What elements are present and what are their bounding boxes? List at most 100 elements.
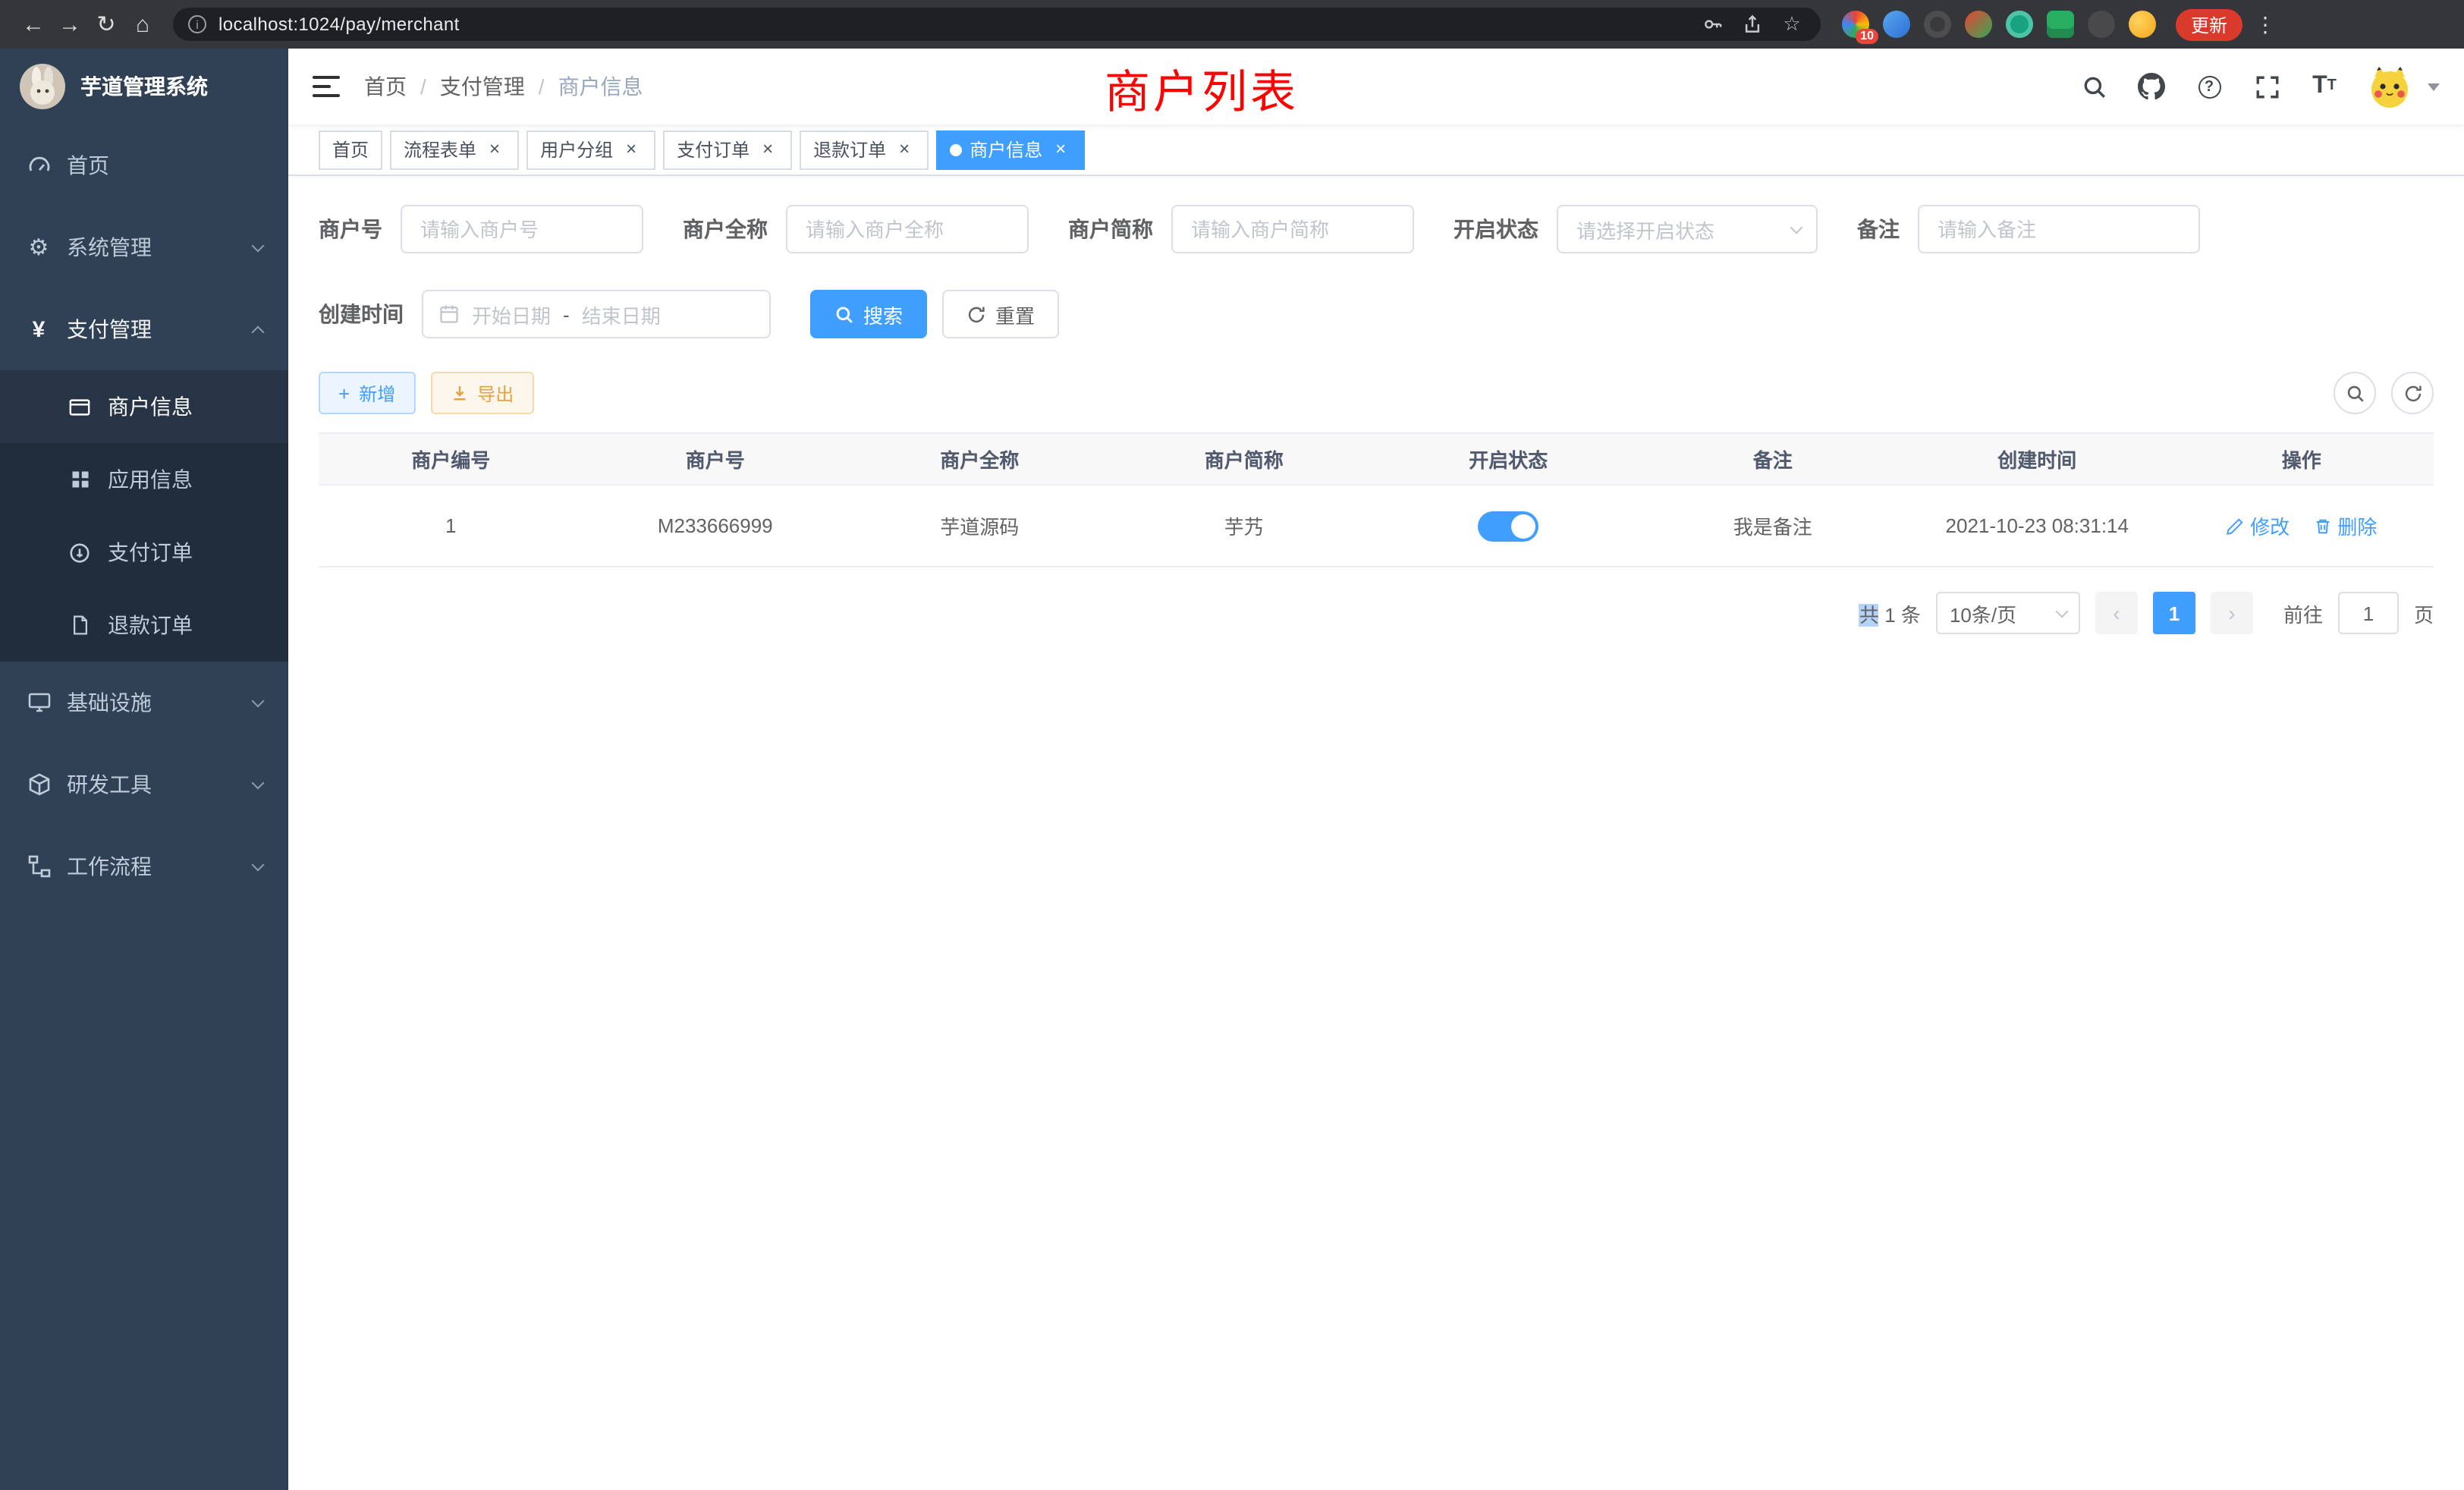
reset-button[interactable]: 重置 [942,290,1059,338]
sidebar-item-payment[interactable]: ¥ 支付管理 [0,288,288,370]
cell-merchant-id: 1 [319,485,583,567]
close-icon[interactable]: × [484,139,505,160]
navbar-actions: ? TT [2079,64,2440,109]
filter-create-time: 创建时间 开始日期 - 结束日期 [319,290,771,338]
plus-icon: + [338,382,350,404]
full-name-input[interactable] [786,205,1029,253]
tab-label: 首页 [332,137,369,162]
extension-green-square-icon[interactable] [2047,11,2074,38]
sidebar-item-pay-order[interactable]: 支付订单 [0,516,288,589]
sidebar-item-dev-tools[interactable]: 研发工具 [0,743,288,825]
tab-user-group[interactable]: 用户分组 × [526,130,655,169]
extension-profile-icon[interactable] [1965,11,1992,38]
sidebar-item-workflow[interactable]: 工作流程 [0,825,288,907]
sidebar-item-app-info[interactable]: 应用信息 [0,443,288,516]
goto-page-input[interactable] [2338,592,2399,634]
status-select[interactable]: 请选择开启状态 [1557,205,1818,253]
remark-input[interactable] [1918,205,2200,253]
calendar-icon [438,303,460,325]
column-header: 商户全称 [847,433,1112,485]
sidebar-item-label: 系统管理 [67,232,152,262]
page-size-select[interactable]: 10条/页 [1936,592,2080,634]
font-size-icon[interactable]: TT [2309,71,2340,102]
breadcrumb-current: 商户信息 [558,71,643,102]
user-avatar[interactable] [2367,64,2412,109]
page-number-button[interactable]: 1 [2153,592,2195,634]
delete-link[interactable]: 删除 [2313,511,2377,540]
pagination: 共 1 条 10条/页 ‹ 1 › 前往 页 [319,592,2434,634]
browser-update-button[interactable]: 更新 [2176,8,2242,40]
date-range-picker[interactable]: 开始日期 - 结束日期 [422,290,771,338]
avatar-caret-icon[interactable] [2428,83,2440,90]
chevron-up-icon [252,325,265,338]
extension-green-circle-icon[interactable] [2006,11,2033,38]
sidebar-item-home[interactable]: 首页 [0,124,288,206]
password-key-icon[interactable] [1699,11,1727,38]
help-icon[interactable]: ? [2194,71,2224,102]
home-icon[interactable]: ⌂ [124,6,161,42]
credit-card-icon [67,395,93,418]
tab-process-form[interactable]: 流程表单 × [390,130,519,169]
app-logo[interactable]: 芋道管理系统 [0,49,288,124]
sidebar-item-refund-order[interactable]: 退款订单 [0,589,288,662]
add-button[interactable]: + 新增 [319,372,415,414]
app-frame: 芋道管理系统 首页 ⚙ 系统管理 ¥ 支付管理 [0,49,2464,1490]
edit-link[interactable]: 修改 [2226,511,2290,540]
close-icon[interactable]: × [621,139,642,160]
filter-label: 开启状态 [1454,214,1538,244]
close-icon[interactable]: × [1050,139,1071,160]
table-header-row: 商户编号 商户号 商户全称 商户简称 开启状态 备注 创建时间 操作 [319,433,2434,485]
address-bar[interactable]: i localhost:1024/pay/merchant ☆ [173,8,1821,41]
extension-puzzle-icon[interactable] [2088,11,2115,38]
add-button-label: 新增 [359,380,395,406]
tab-home[interactable]: 首页 [319,130,382,169]
sidebar-item-label: 研发工具 [67,769,152,800]
goto-label: 前往 [2283,599,2323,627]
extension-emoji-icon[interactable] [2129,11,2156,38]
fullscreen-icon[interactable] [2252,71,2282,102]
export-button[interactable]: 导出 [430,372,533,414]
question-mark-icon: ? [2198,75,2220,98]
sidebar-item-system[interactable]: ⚙ 系统管理 [0,206,288,288]
breadcrumb-separator: / [420,74,426,99]
column-header: 商户号 [583,433,848,485]
toggle-search-button[interactable] [2334,372,2376,414]
browser-menu-icon[interactable]: ⋮ [2255,11,2276,37]
tab-merchant-info[interactable]: 商户信息 × [936,130,1085,169]
close-icon[interactable]: × [894,139,915,160]
tab-refund-order[interactable]: 退款订单 × [800,130,929,169]
search-icon[interactable] [2079,71,2109,102]
status-toggle[interactable] [1478,511,1538,541]
sidebar-item-infrastructure[interactable]: 基础设施 [0,662,288,743]
next-page-button[interactable]: › [2211,592,2253,634]
cell-actions: 修改 删除 [2170,485,2434,567]
close-icon[interactable]: × [757,139,778,160]
tab-label: 流程表单 [404,137,476,162]
site-info-icon[interactable]: i [188,15,206,33]
search-button[interactable]: 搜索 [810,290,927,338]
prev-page-button[interactable]: ‹ [2095,592,2138,634]
sidebar-item-merchant-info[interactable]: 商户信息 [0,370,288,443]
short-name-input[interactable] [1171,205,1414,253]
forward-icon[interactable]: → [52,6,88,42]
filter-short-name: 商户简称 [1068,205,1414,253]
breadcrumb-payment[interactable]: 支付管理 [440,71,525,102]
extensions-pinwheel-icon[interactable]: 10 [1842,11,1869,38]
filter-label: 创建时间 [319,299,404,329]
extension-drop-icon[interactable] [1883,11,1910,38]
share-icon[interactable] [1739,11,1766,38]
breadcrumb-home[interactable]: 首页 [364,71,407,102]
extension-dark-circle-icon[interactable] [1924,11,1951,38]
sidebar-toggle-icon[interactable] [313,76,340,97]
cell-full-name: 芋道源码 [847,485,1112,567]
reload-icon[interactable]: ↻ [88,6,124,42]
active-dot-icon [950,143,962,156]
cube-icon [26,772,52,797]
refresh-table-button[interactable] [2391,372,2434,414]
bookmark-star-icon[interactable]: ☆ [1778,11,1806,38]
back-icon[interactable]: ← [15,6,52,42]
merchant-no-input[interactable] [401,205,643,253]
sidebar-item-label: 首页 [67,150,109,181]
tab-pay-order[interactable]: 支付订单 × [663,130,792,169]
github-icon[interactable] [2136,71,2167,102]
